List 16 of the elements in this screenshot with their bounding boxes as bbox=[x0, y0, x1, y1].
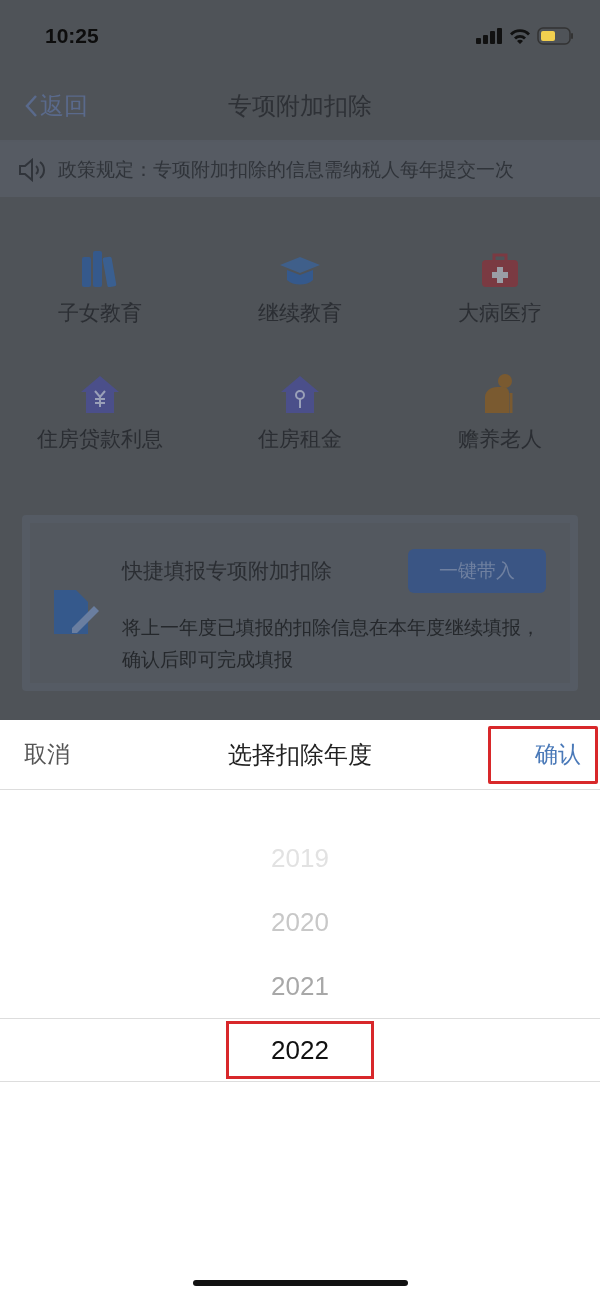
graduation-cap-icon bbox=[278, 255, 322, 287]
house-yen-icon bbox=[80, 375, 120, 413]
back-chevron-icon bbox=[24, 94, 38, 118]
year-option[interactable]: 2021 bbox=[226, 957, 374, 1015]
document-pen-icon bbox=[52, 588, 100, 636]
wifi-icon bbox=[509, 28, 531, 44]
medical-kit-icon bbox=[481, 253, 519, 287]
speaker-icon bbox=[18, 157, 48, 182]
cancel-button[interactable]: 取消 bbox=[24, 739, 70, 770]
confirm-button[interactable]: 确认 bbox=[488, 725, 598, 784]
status-time: 10:25 bbox=[45, 24, 99, 48]
sheet-title: 选择扣除年度 bbox=[228, 740, 372, 769]
house-key-icon bbox=[280, 375, 320, 413]
year-option[interactable]: 2022 bbox=[226, 1021, 374, 1079]
signal-icon bbox=[476, 28, 503, 44]
battery-icon bbox=[537, 27, 574, 45]
